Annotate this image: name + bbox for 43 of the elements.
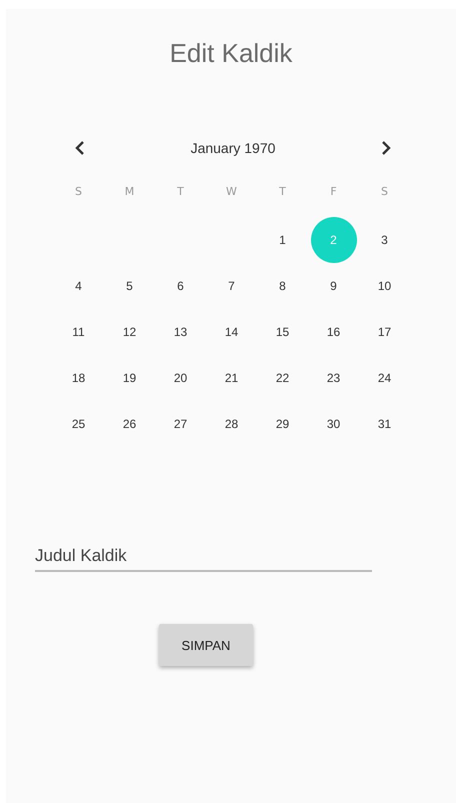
calendar-day[interactable]: 1 bbox=[260, 217, 306, 263]
previous-month-button[interactable] bbox=[73, 139, 87, 157]
title-input-field[interactable]: Judul Kaldik bbox=[35, 542, 372, 572]
calendar-day[interactable]: 25 bbox=[56, 401, 102, 447]
calendar-day[interactable]: 28 bbox=[208, 401, 254, 447]
save-button[interactable]: SIMPAN bbox=[159, 624, 253, 666]
calendar-day[interactable]: 4 bbox=[56, 263, 102, 309]
calendar-day[interactable]: 27 bbox=[158, 401, 204, 447]
calendar-day[interactable]: 26 bbox=[106, 401, 152, 447]
calendar-day[interactable]: 21 bbox=[208, 355, 254, 401]
calendar-day[interactable]: 16 bbox=[310, 309, 356, 355]
calendar-day[interactable]: 18 bbox=[56, 355, 102, 401]
calendar-day[interactable]: 22 bbox=[260, 355, 306, 401]
next-month-button[interactable] bbox=[379, 139, 393, 157]
calendar-day[interactable]: 7 bbox=[208, 263, 254, 309]
calendar-day[interactable]: 9 bbox=[310, 263, 356, 309]
calendar-day[interactable]: 8 bbox=[260, 263, 306, 309]
weekday-label: F bbox=[329, 184, 338, 200]
calendar-day[interactable]: 3 bbox=[362, 217, 408, 263]
weekday-label: S bbox=[380, 184, 389, 200]
calendar-day[interactable]: 31 bbox=[362, 401, 408, 447]
weekday-label: W bbox=[225, 184, 238, 200]
calendar-day[interactable]: 20 bbox=[158, 355, 204, 401]
weekday-label: T bbox=[176, 184, 185, 200]
calendar-day[interactable]: 10 bbox=[362, 263, 408, 309]
weekday-label: T bbox=[278, 184, 287, 200]
calendar-day[interactable]: 15 bbox=[260, 309, 306, 355]
calendar-day[interactable]: 13 bbox=[158, 309, 204, 355]
calendar-day[interactable]: 11 bbox=[56, 309, 102, 355]
calendar-day[interactable]: 24 bbox=[362, 355, 408, 401]
calendar-day[interactable]: 29 bbox=[260, 401, 306, 447]
calendar-day[interactable]: 17 bbox=[362, 309, 408, 355]
screen-title: Edit Kaldik bbox=[170, 38, 292, 69]
weekday-label: S bbox=[74, 184, 83, 200]
month-label: January 1970 bbox=[190, 140, 276, 156]
calendar-day[interactable]: 12 bbox=[106, 309, 152, 355]
calendar-day[interactable]: 14 bbox=[208, 309, 254, 355]
weekday-label: M bbox=[124, 184, 136, 200]
calendar-day[interactable]: 5 bbox=[106, 263, 152, 309]
calendar-day[interactable]: 30 bbox=[310, 401, 356, 447]
calendar-day[interactable]: 6 bbox=[158, 263, 204, 309]
calendar-day[interactable]: 23 bbox=[310, 355, 356, 401]
calendar-day[interactable]: 19 bbox=[106, 355, 152, 401]
